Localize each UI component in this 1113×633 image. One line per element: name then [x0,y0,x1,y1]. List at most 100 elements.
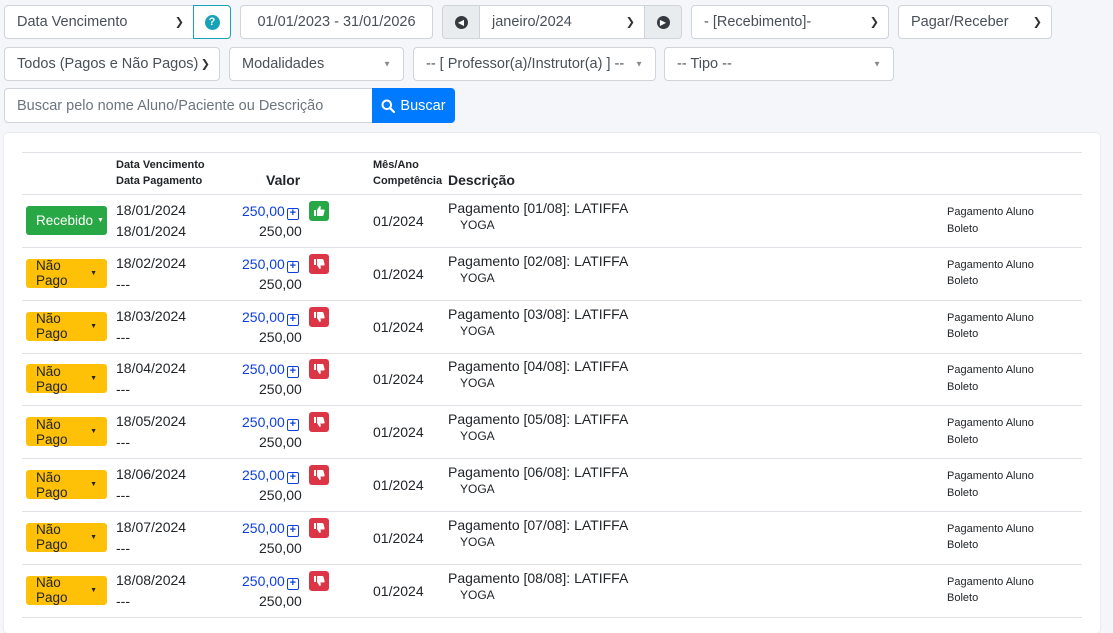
competence: 01/2024 [373,213,424,229]
status-label: Não Pago [36,522,68,553]
status-dropdown-button[interactable]: Não Pago ▼ [26,469,107,500]
status-dropdown-button[interactable]: Recebido ▼ [26,206,107,235]
payment-method: Boleto [947,433,979,446]
modality: YOGA [460,218,495,232]
caret-down-icon: ▼ [90,533,97,541]
table-row: Não Pago ▼ 18/05/2024 --- 250,00 + 250,00… [22,406,1082,460]
header-description: Descrição [448,172,515,188]
status-dropdown-button[interactable]: Não Pago ▼ [26,417,107,447]
value-amount: 250,00 [242,519,285,536]
value-amount: 250,00 [242,467,285,483]
competence: 01/2024 [373,477,424,493]
table-header: Data Vencimento Data Pagamento Valor Mês… [22,152,1082,195]
search-input[interactable]: Buscar pelo nome Aluno/Paciente ou Descr… [4,88,373,123]
payment-tags: Pagamento Aluno Boleto [947,415,1034,448]
thumbs-down-icon[interactable] [309,465,329,485]
modality: YOGA [460,323,495,338]
payment-status-select[interactable]: Todos (Pagos e Não Pagos) ❯ [4,47,220,81]
value-link[interactable]: 250,00 + [242,520,299,537]
description: Pagamento [07/08]: LATIFFA [448,516,629,533]
status-dropdown-button[interactable]: Não Pago ▼ [26,575,107,605]
value-link[interactable]: 250,00 + [242,203,299,220]
payment-method: Boleto [947,275,979,288]
value-link[interactable]: 250,00 + [242,414,299,432]
table-row: Não Pago ▼ 18/02/2024 --- 250,00 + 250,00… [22,248,1082,301]
value-paid: 250,00 [259,434,302,451]
plus-square-icon: + [286,366,299,379]
status-label: Não Pago [36,469,68,500]
payment-type: Pagamento Aluno [947,206,1034,218]
thumbs-down-icon[interactable] [309,412,329,433]
modalidades-value: Modalidades [242,56,325,72]
modality: YOGA [460,534,495,549]
thumbs-down-icon[interactable] [309,306,329,327]
chevron-down-icon: ❯ [1032,16,1042,29]
due-date: 18/08/2024 [116,571,187,588]
status-label: Não Pago [36,258,68,289]
due-date: 18/02/2024 [116,254,187,271]
due-date: 18/04/2024 [116,360,187,377]
value-paid: 250,00 [259,275,302,292]
thumbs-down-icon[interactable] [309,253,329,274]
table-row: Não Pago ▼ 18/07/2024 --- 250,00 + 250,00… [22,512,1082,565]
tipo-select[interactable]: -- Tipo -- ▼ [664,47,894,81]
value-link[interactable]: 250,00 + [242,309,299,326]
value-link[interactable]: 250,00 + [242,467,299,484]
value-link[interactable]: 250,00 + [242,361,299,379]
status-dropdown-button[interactable]: Não Pago ▼ [26,522,107,553]
pay-date: --- [116,275,130,292]
status-dropdown-button[interactable]: Não Pago ▼ [26,364,107,394]
table-row: Não Pago ▼ 18/04/2024 --- 250,00 + 250,00… [22,353,1082,407]
pay-date: 18/01/2024 [116,223,187,239]
caret-down-icon: ▼ [873,59,881,69]
search-button[interactable]: Buscar [372,88,455,123]
payment-type: Pagamento Aluno [947,470,1034,482]
thumbs-down-icon[interactable] [309,359,329,380]
due-date: 18/06/2024 [116,466,187,482]
professor-select[interactable]: -- [ Professor(a)/Instrutor(a) ] -- ▼ [413,47,656,81]
next-month-button[interactable]: ▶ [644,5,682,39]
payment-type: Pagamento Aluno [947,311,1034,324]
status-label: Recebido [36,213,94,228]
value-link[interactable]: 250,00 + [242,573,299,590]
caret-down-icon: ▼ [90,586,97,594]
plus-square-icon: + [286,472,299,484]
due-date: 18/07/2024 [116,518,187,535]
header-competence-label: Competência [373,175,443,187]
status-label: Não Pago [36,311,68,342]
value-amount: 250,00 [242,255,285,272]
value-paid: 250,00 [259,592,302,609]
search-icon [381,99,396,113]
search-button-label: Buscar [400,97,446,114]
prev-month-button[interactable]: ◀ [442,5,480,39]
plus-square-icon: + [286,577,299,590]
description: Pagamento [01/08]: LATIFFA [448,200,629,216]
recebimento-select[interactable]: - [Recebimento]- ❯ [691,5,889,39]
modalidades-select[interactable]: Modalidades ▼ [229,47,404,81]
value-link[interactable]: 250,00 + [242,256,299,273]
thumbs-up-icon[interactable] [309,201,329,221]
description: Pagamento [03/08]: LATIFFA [448,305,629,322]
status-dropdown-button[interactable]: Não Pago ▼ [26,311,107,342]
payment-tags: Pagamento Aluno Boleto [947,521,1034,554]
recebimento-value: - [Recebimento]- [704,14,812,30]
header-dates: Data Vencimento Data Pagamento [116,157,205,189]
payment-method: Boleto [947,222,979,235]
payment-tags: Pagamento Aluno Boleto [947,204,1034,237]
month-value: janeiro/2024 [492,14,572,30]
thumbs-down-icon[interactable] [309,570,329,591]
chevron-down-icon: ❯ [200,58,210,71]
payment-type: Pagamento Aluno [947,258,1034,271]
pagar-receber-select[interactable]: Pagar/Receber ❯ [898,5,1052,39]
payment-tags: Pagamento Aluno Boleto [947,574,1034,607]
thumbs-down-icon[interactable] [309,517,329,538]
modality: YOGA [460,270,495,285]
date-range-input[interactable]: 01/01/2023 - 31/01/2026 [240,5,433,39]
modality: YOGA [460,429,495,444]
competence: 01/2024 [373,424,424,441]
help-button[interactable]: ? [193,5,231,39]
status-dropdown-button[interactable]: Não Pago ▼ [26,258,107,289]
month-select[interactable]: janeiro/2024 ❯ [479,5,645,39]
pagar-receber-value: Pagar/Receber [911,14,1009,30]
date-type-select[interactable]: Data Vencimento ❯ [4,5,194,39]
